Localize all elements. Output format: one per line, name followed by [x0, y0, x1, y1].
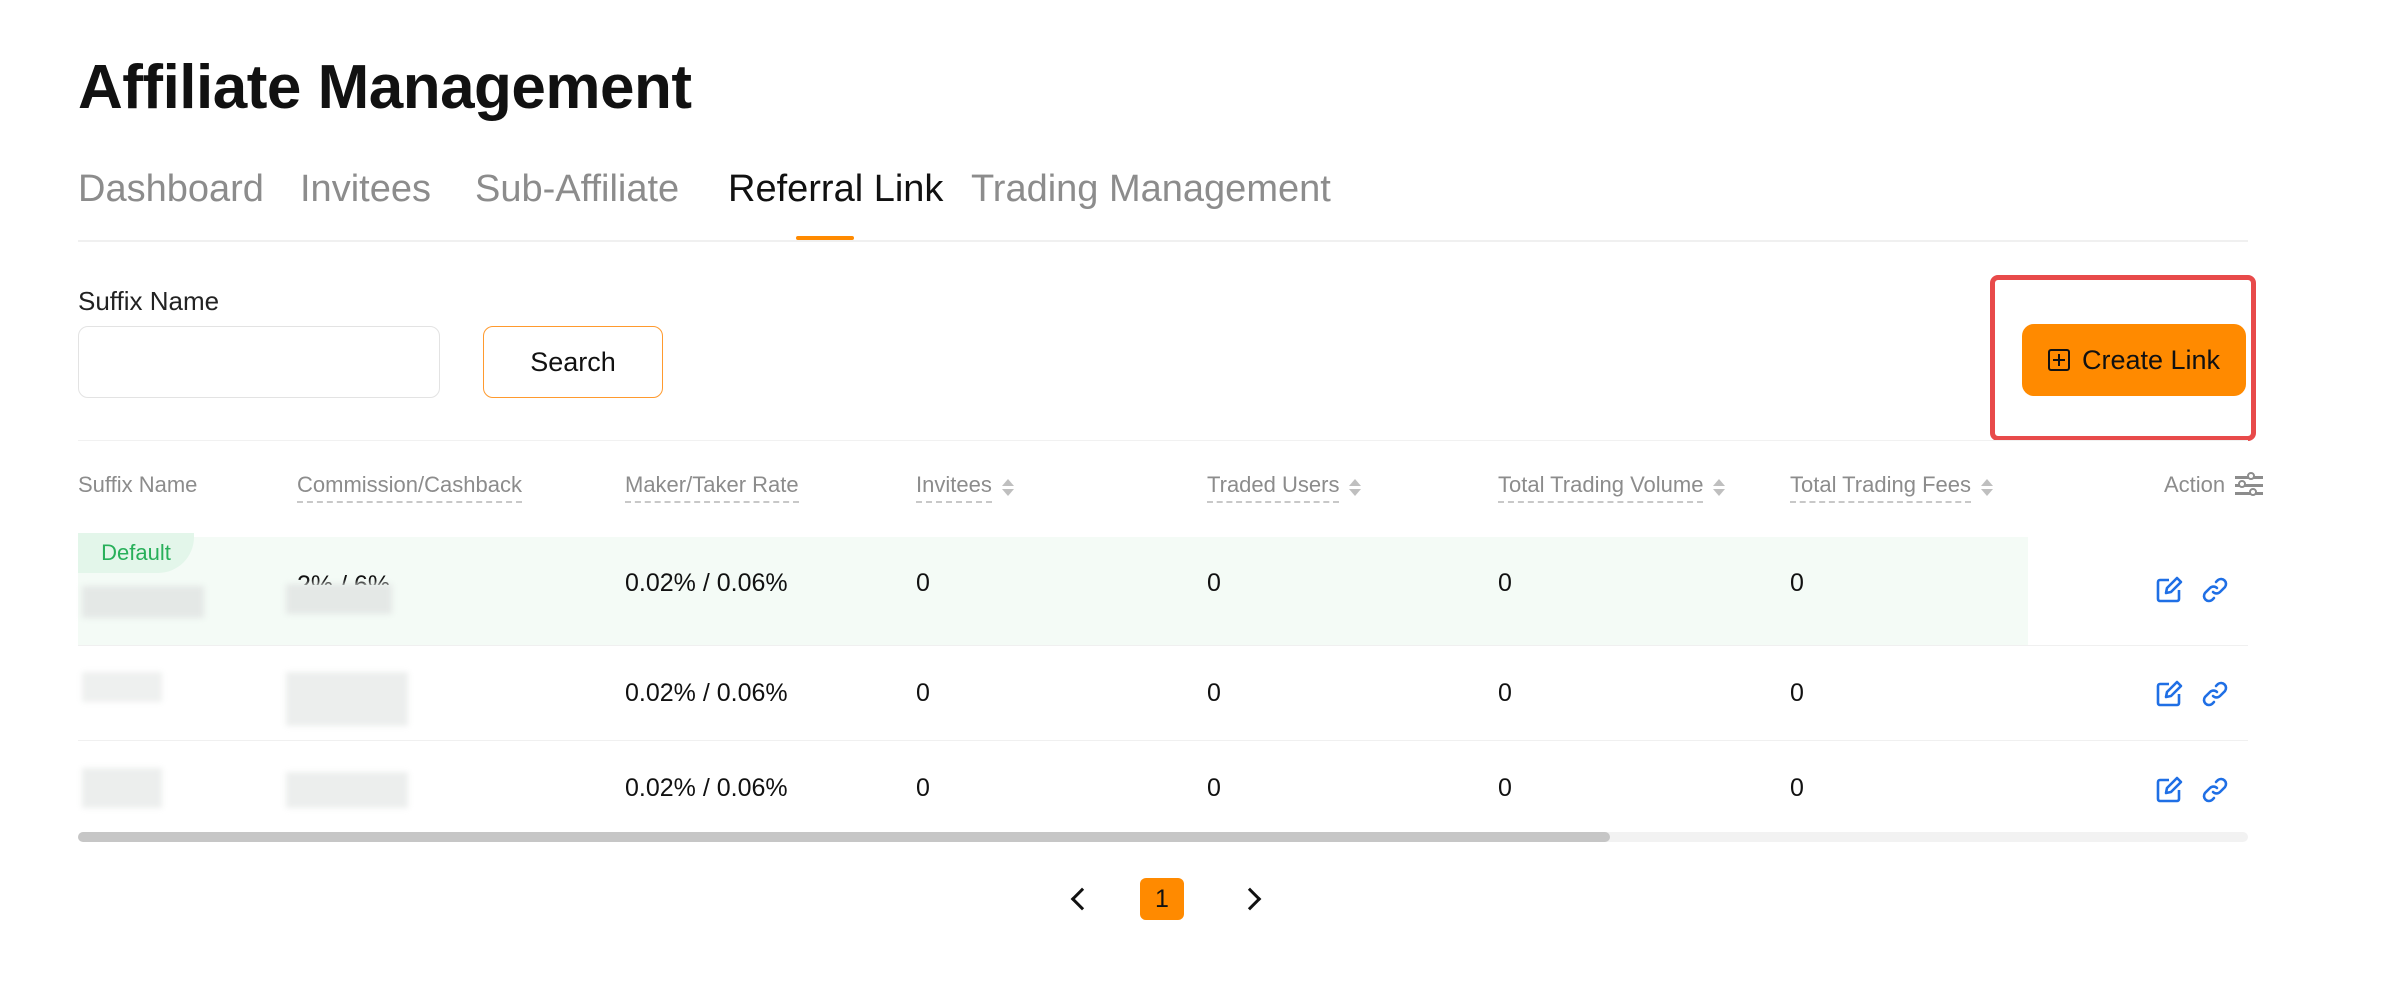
- invitees-cell: 0: [916, 679, 930, 707]
- sort-icon[interactable]: [1001, 479, 1014, 496]
- commission-cell: 2% / 6%: [297, 571, 391, 585]
- table-divider: [78, 440, 2248, 441]
- chevron-right-icon: [1238, 887, 1262, 911]
- suffix-name-input[interactable]: [78, 326, 440, 398]
- column-header-maker-taker-rate: Maker/Taker Rate: [625, 472, 799, 503]
- next-page-button[interactable]: [1238, 884, 1268, 914]
- column-header-commission: Commission/Cashback: [297, 472, 522, 503]
- column-header-suffix-name: Suffix Name: [78, 472, 198, 497]
- redacted-suffix: [82, 768, 162, 808]
- horizontal-scrollbar-thumb[interactable]: [78, 832, 1610, 842]
- volume-cell: 0: [1498, 569, 1512, 597]
- volume-cell: 0: [1498, 679, 1512, 707]
- rate-cell: 0.02% / 0.06%: [625, 774, 788, 802]
- edit-icon[interactable]: [2155, 576, 2183, 604]
- sort-icon[interactable]: [1713, 479, 1726, 496]
- sort-icon[interactable]: [1980, 479, 1993, 496]
- rate-cell: 0.02% / 0.06%: [625, 679, 788, 707]
- link-icon[interactable]: [2201, 576, 2229, 604]
- redacted-commission: [286, 672, 408, 726]
- page-number-button[interactable]: 1: [1140, 878, 1184, 920]
- link-icon[interactable]: [2201, 680, 2229, 708]
- page-title: Affiliate Management: [78, 53, 692, 122]
- search-button[interactable]: Search: [483, 326, 663, 398]
- suffix-name-label: Suffix Name: [78, 286, 220, 316]
- redacted-suffix: [82, 586, 204, 618]
- chevron-left-icon: [1070, 887, 1094, 911]
- traded-users-cell: 0: [1207, 569, 1221, 597]
- link-icon[interactable]: [2201, 776, 2229, 804]
- create-link-label: Create Link: [2081, 344, 2221, 375]
- volume-cell: 0: [1498, 774, 1512, 802]
- tab-trading-management[interactable]: Trading Management: [971, 168, 1331, 211]
- invitees-cell: 0: [916, 569, 930, 597]
- default-badge: Default: [78, 533, 194, 573]
- traded-users-cell: 0: [1207, 679, 1221, 707]
- column-settings-icon[interactable]: [2235, 472, 2264, 496]
- row-divider: [78, 645, 2248, 646]
- column-header-action: Action: [2164, 472, 2264, 498]
- edit-icon[interactable]: [2155, 680, 2183, 708]
- tab-invitees[interactable]: Invitees: [300, 168, 431, 211]
- column-header-invitees[interactable]: Invitees: [916, 472, 1014, 503]
- column-header-traded-users[interactable]: Traded Users: [1207, 472, 1362, 503]
- create-link-button[interactable]: Create Link: [2022, 324, 2246, 396]
- column-header-total-trading-volume[interactable]: Total Trading Volume: [1498, 472, 1726, 503]
- tab-referral-link[interactable]: Referral Link: [728, 168, 943, 211]
- redacted-commission: [286, 772, 408, 808]
- row-divider: [78, 740, 2248, 741]
- traded-users-cell: 0: [1207, 774, 1221, 802]
- rate-cell: 0.02% / 0.06%: [625, 569, 788, 597]
- tab-sub-affiliate[interactable]: Sub-Affiliate: [475, 168, 679, 211]
- fees-cell: 0: [1790, 774, 1804, 802]
- edit-icon[interactable]: [2155, 776, 2183, 804]
- tab-dashboard[interactable]: Dashboard: [78, 168, 264, 211]
- redacted-commission: [286, 584, 392, 614]
- previous-page-button[interactable]: [1064, 884, 1094, 914]
- fees-cell: 0: [1790, 679, 1804, 707]
- sort-icon[interactable]: [1349, 479, 1362, 496]
- redacted-suffix: [82, 672, 162, 702]
- invitees-cell: 0: [916, 774, 930, 802]
- plus-square-icon: [2047, 349, 2070, 371]
- column-header-total-trading-fees[interactable]: Total Trading Fees: [1790, 472, 1993, 503]
- tab-bar: Dashboard Invitees Sub-Affiliate Referra…: [78, 168, 2248, 242]
- active-tab-indicator: [796, 236, 854, 240]
- fees-cell: 0: [1790, 569, 1804, 597]
